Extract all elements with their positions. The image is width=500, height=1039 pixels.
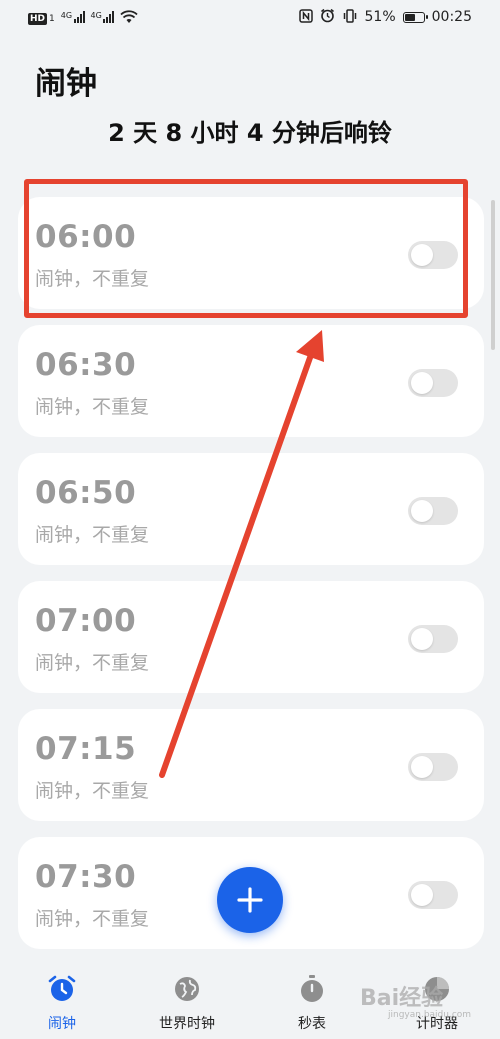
status-right: 51% 00:25: [298, 8, 472, 26]
alarm-description: 闹钟，不重复: [35, 908, 150, 930]
alarm-status-icon: [320, 8, 335, 26]
alarm-description: 闹钟，不重复: [35, 652, 150, 674]
alarm-card[interactable]: 06:50 闹钟，不重复: [18, 453, 484, 565]
alarm-toggle[interactable]: [408, 369, 458, 397]
alarm-time: 06:50: [35, 475, 137, 511]
tab-world-clock-label: 世界时钟: [159, 1016, 215, 1032]
page-title: 闹钟: [35, 66, 97, 102]
plus-icon: [237, 887, 263, 913]
vibrate-icon: [342, 8, 358, 26]
clock-time: 00:25: [431, 9, 472, 25]
status-bar: HD 1 4G 4G 51% 00:25: [0, 0, 500, 38]
nfc-icon: [298, 8, 313, 26]
alarm-time: 07:15: [35, 731, 137, 767]
tab-stopwatch-label: 秒表: [298, 1016, 326, 1032]
alarm-time: 06:30: [35, 347, 137, 383]
add-alarm-button[interactable]: [217, 867, 283, 933]
hd-voice-icon: HD: [28, 12, 48, 25]
sim1-label: 1: [49, 13, 55, 24]
alarm-toggle[interactable]: [408, 881, 458, 909]
watermark-logo: Bai经验: [360, 986, 444, 1011]
alarm-card[interactable]: 07:00 闹钟，不重复: [18, 581, 484, 693]
tab-alarm[interactable]: 闹钟: [7, 974, 117, 1033]
signal-icon-1: 4G: [61, 11, 85, 26]
battery-percent: 51%: [364, 9, 396, 25]
alarm-time: 07:30: [35, 859, 137, 895]
next-alarm-countdown: 2 天 8 小时 4 分钟后响铃: [108, 119, 392, 147]
alarm-description: 闹钟，不重复: [35, 396, 150, 418]
globe-icon: [172, 974, 202, 1004]
alarm-clock-icon: [47, 974, 77, 1004]
alarm-card[interactable]: 07:15 闹钟，不重复: [18, 709, 484, 821]
network-gen-1: 4G: [60, 11, 73, 20]
status-left: HD 1 4G 4G: [28, 10, 138, 27]
alarm-toggle[interactable]: [408, 497, 458, 525]
alarm-description: 闹钟，不重复: [35, 524, 150, 546]
tab-world-clock[interactable]: 世界时钟: [132, 974, 242, 1033]
alarm-card[interactable]: 06:30 闹钟，不重复: [18, 325, 484, 437]
alarm-toggle[interactable]: [408, 625, 458, 653]
tab-alarm-label: 闹钟: [48, 1016, 76, 1032]
alarm-description: 闹钟，不重复: [35, 780, 150, 802]
tab-stopwatch[interactable]: 秒表: [257, 974, 367, 1033]
watermark-url: jingyan.baidu.com: [388, 1010, 472, 1020]
network-gen-2: 4G: [90, 11, 102, 20]
battery-icon: [402, 11, 428, 23]
scrollbar[interactable]: [491, 200, 495, 350]
annotation-highlight-box: [24, 179, 468, 318]
stopwatch-icon: [297, 974, 327, 1004]
signal-icon-2: 4G: [91, 11, 115, 26]
alarm-time: 07:00: [35, 603, 137, 639]
wifi-icon: [120, 10, 138, 27]
alarm-toggle[interactable]: [408, 753, 458, 781]
